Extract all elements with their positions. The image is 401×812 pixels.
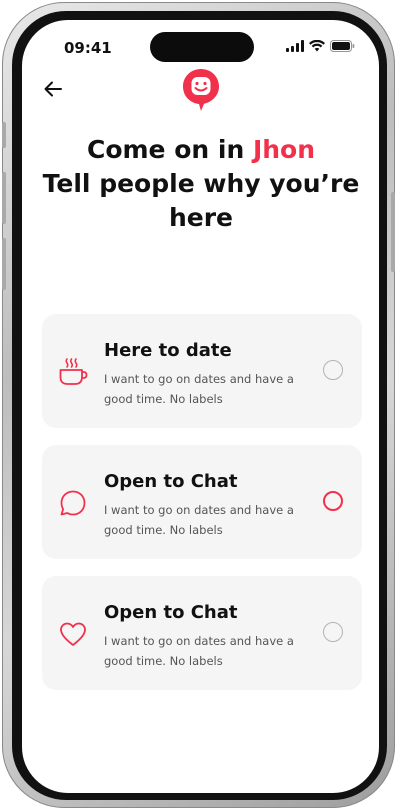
option-title: Here to date bbox=[104, 340, 232, 361]
status-icons bbox=[286, 40, 355, 52]
phone-frame: 09:41 Come on in Jhon Tell people why yo… bbox=[2, 2, 395, 808]
wifi-icon bbox=[309, 40, 325, 52]
option-description: I want to go on dates and have a good ti… bbox=[104, 503, 294, 537]
chat-bubble-icon bbox=[60, 490, 86, 516]
signal-icon bbox=[286, 40, 304, 52]
arrow-left-icon bbox=[44, 81, 62, 97]
page-heading: Come on in Jhon Tell people why you’re h… bbox=[40, 133, 362, 235]
heading-line-2: Tell people why you’re here bbox=[42, 169, 360, 232]
option-title: Open to Chat bbox=[104, 602, 238, 623]
user-name: Jhon bbox=[252, 135, 316, 164]
heart-icon bbox=[60, 622, 86, 646]
option-card-chat[interactable]: Open to Chat I want to go on dates and h… bbox=[42, 445, 362, 559]
option-radio-date[interactable] bbox=[323, 360, 343, 380]
dynamic-island bbox=[150, 32, 254, 62]
back-button[interactable] bbox=[42, 79, 64, 99]
chat-face-logo-icon bbox=[183, 69, 219, 111]
silent-switch bbox=[2, 122, 6, 148]
option-radio-chat-heart[interactable] bbox=[323, 622, 343, 642]
heading-line-1: Come on in Jhon bbox=[40, 133, 362, 167]
coffee-cup-icon bbox=[59, 358, 88, 385]
option-description: I want to go on dates and have a good ti… bbox=[104, 634, 294, 668]
power-button bbox=[391, 192, 395, 272]
option-radio-chat[interactable] bbox=[323, 491, 343, 511]
option-description: I want to go on dates and have a good ti… bbox=[104, 372, 294, 406]
status-time: 09:41 bbox=[64, 39, 112, 57]
volume-down-button bbox=[2, 238, 6, 290]
heading-prefix: Come on in bbox=[86, 135, 253, 164]
option-title: Open to Chat bbox=[104, 471, 238, 492]
volume-up-button bbox=[2, 172, 6, 224]
screen: 09:41 Come on in Jhon Tell people why yo… bbox=[22, 20, 379, 793]
option-card-chat-heart[interactable]: Open to Chat I want to go on dates and h… bbox=[42, 576, 362, 690]
battery-icon bbox=[330, 40, 355, 52]
option-card-date[interactable]: Here to date I want to go on dates and h… bbox=[42, 314, 362, 428]
